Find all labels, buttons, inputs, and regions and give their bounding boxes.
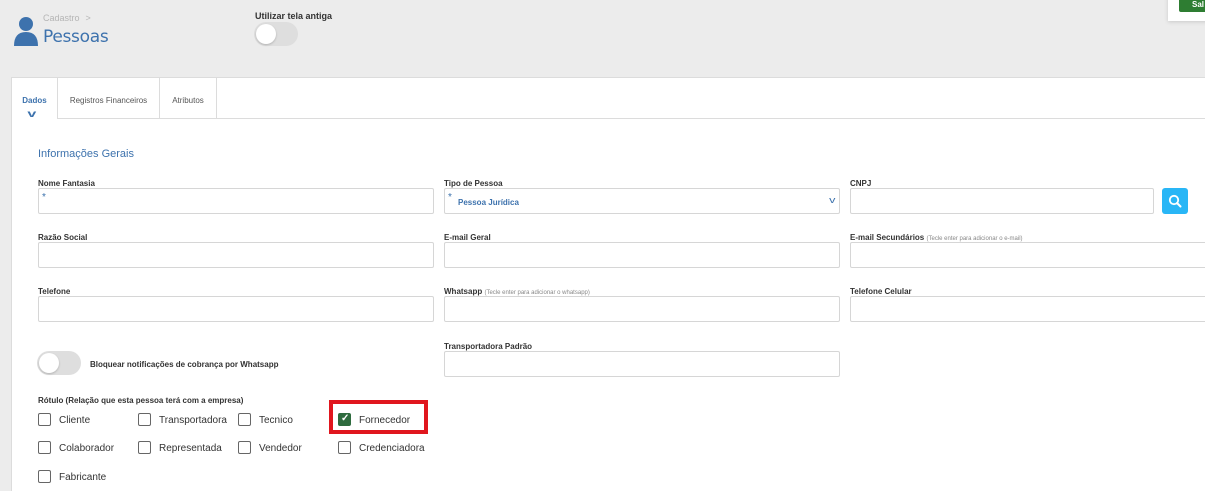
tab-dados[interactable]: Dados v [12,78,58,120]
checkbox-box[interactable] [38,470,51,483]
whatsapp-label-text: Whatsapp [444,287,483,296]
checkbox-label: Transportadora [159,415,227,426]
email-geral-input[interactable] [444,242,840,268]
email-secundarios-input[interactable] [850,242,1205,268]
chevron-down-icon: v [828,195,835,205]
checkbox-box[interactable] [138,441,151,454]
tipo-pessoa-select[interactable]: * Pessoa Jurídica v [444,188,840,214]
tab-registros-label: Registros Financeiros [69,96,148,105]
checkbox-label: Representada [159,443,222,454]
tab-bar: Dados v Registros Financeiros Atributos [12,78,1205,120]
checkbox-box[interactable] [238,441,251,454]
user-icon [14,17,38,46]
tab-registros-financeiros[interactable]: Registros Financeiros [58,78,160,119]
email-geral-label: E-mail Geral [444,233,491,242]
telefone-celular-label: Telefone Celular [850,287,912,296]
checkbox-label: Vendedor [259,443,302,454]
transportadora-padrao-input[interactable] [444,351,840,377]
transportadora-padrao-label: Transportadora Padrão [444,342,533,351]
nome-fantasia-input[interactable]: * [38,188,434,214]
telefone-input[interactable] [38,296,434,322]
checkbox-label: Cliente [59,415,91,426]
checkbox-label: Fabricante [59,472,107,483]
tab-atributos[interactable]: Atributos [160,78,217,119]
email-secundarios-label: E-mail Secundários (Tecle enter para adi… [850,233,1023,242]
whatsapp-block-label: Bloquear notificações de cobrança por Wh… [90,360,279,369]
nome-fantasia-label: Nome Fantasia [38,179,95,188]
checkbox-box[interactable] [38,441,51,454]
toggle-knob [256,24,276,44]
breadcrumb-cadastro[interactable]: Cadastro [43,13,80,23]
razao-social-input[interactable] [38,242,434,268]
tab-dados-label: Dados [22,96,47,105]
whatsapp-label: Whatsapp (Tecle enter para adicionar o w… [444,287,590,296]
cnpj-label: CNPJ [850,179,872,188]
fornecedor-highlight-box [329,400,428,434]
save-button[interactable]: Sal [1179,0,1205,12]
chevron-down-icon: v [27,109,37,120]
whatsapp-input[interactable] [444,296,840,322]
old-screen-label: Utilizar tela antiga [255,11,333,21]
form-panel: Dados v Registros Financeiros Atributos … [11,77,1205,491]
cnpj-input[interactable] [850,188,1154,214]
checkbox-box[interactable] [138,413,151,426]
razao-social-label: Razão Social [38,233,88,242]
checkbox-box[interactable] [238,413,251,426]
required-marker: * [42,192,46,203]
checkbox-box[interactable] [38,413,51,426]
checkbox-label: Credenciadora [359,443,425,454]
tipo-pessoa-value: Pessoa Jurídica [458,198,519,207]
checkbox-label: Tecnico [259,415,293,426]
checkbox-label: Colaborador [59,443,115,454]
section-title: Informações Gerais [38,148,134,160]
page-title: Pessoas [43,27,109,47]
page-header: Cadastro > Pessoas Utilizar tela antiga S… [0,0,1205,78]
toggle-knob [39,353,59,373]
telefone-celular-input[interactable] [850,296,1205,322]
rotulo-label: Rótulo (Relação que esta pessoa terá com… [38,396,244,405]
email-secundarios-label-text: E-mail Secundários [850,233,925,242]
telefone-label: Telefone [38,287,71,296]
required-marker: * [448,192,452,203]
breadcrumb-separator: > [85,13,91,23]
checkbox-box[interactable] [338,441,351,454]
old-screen-toggle[interactable] [254,22,298,46]
whatsapp-block-toggle[interactable] [37,351,81,375]
search-icon [1168,194,1182,208]
breadcrumb[interactable]: Cadastro > [43,13,91,23]
tipo-pessoa-label: Tipo de Pessoa [444,179,503,188]
tab-atributos-label: Atributos [172,96,204,105]
cnpj-search-button[interactable] [1162,188,1188,214]
